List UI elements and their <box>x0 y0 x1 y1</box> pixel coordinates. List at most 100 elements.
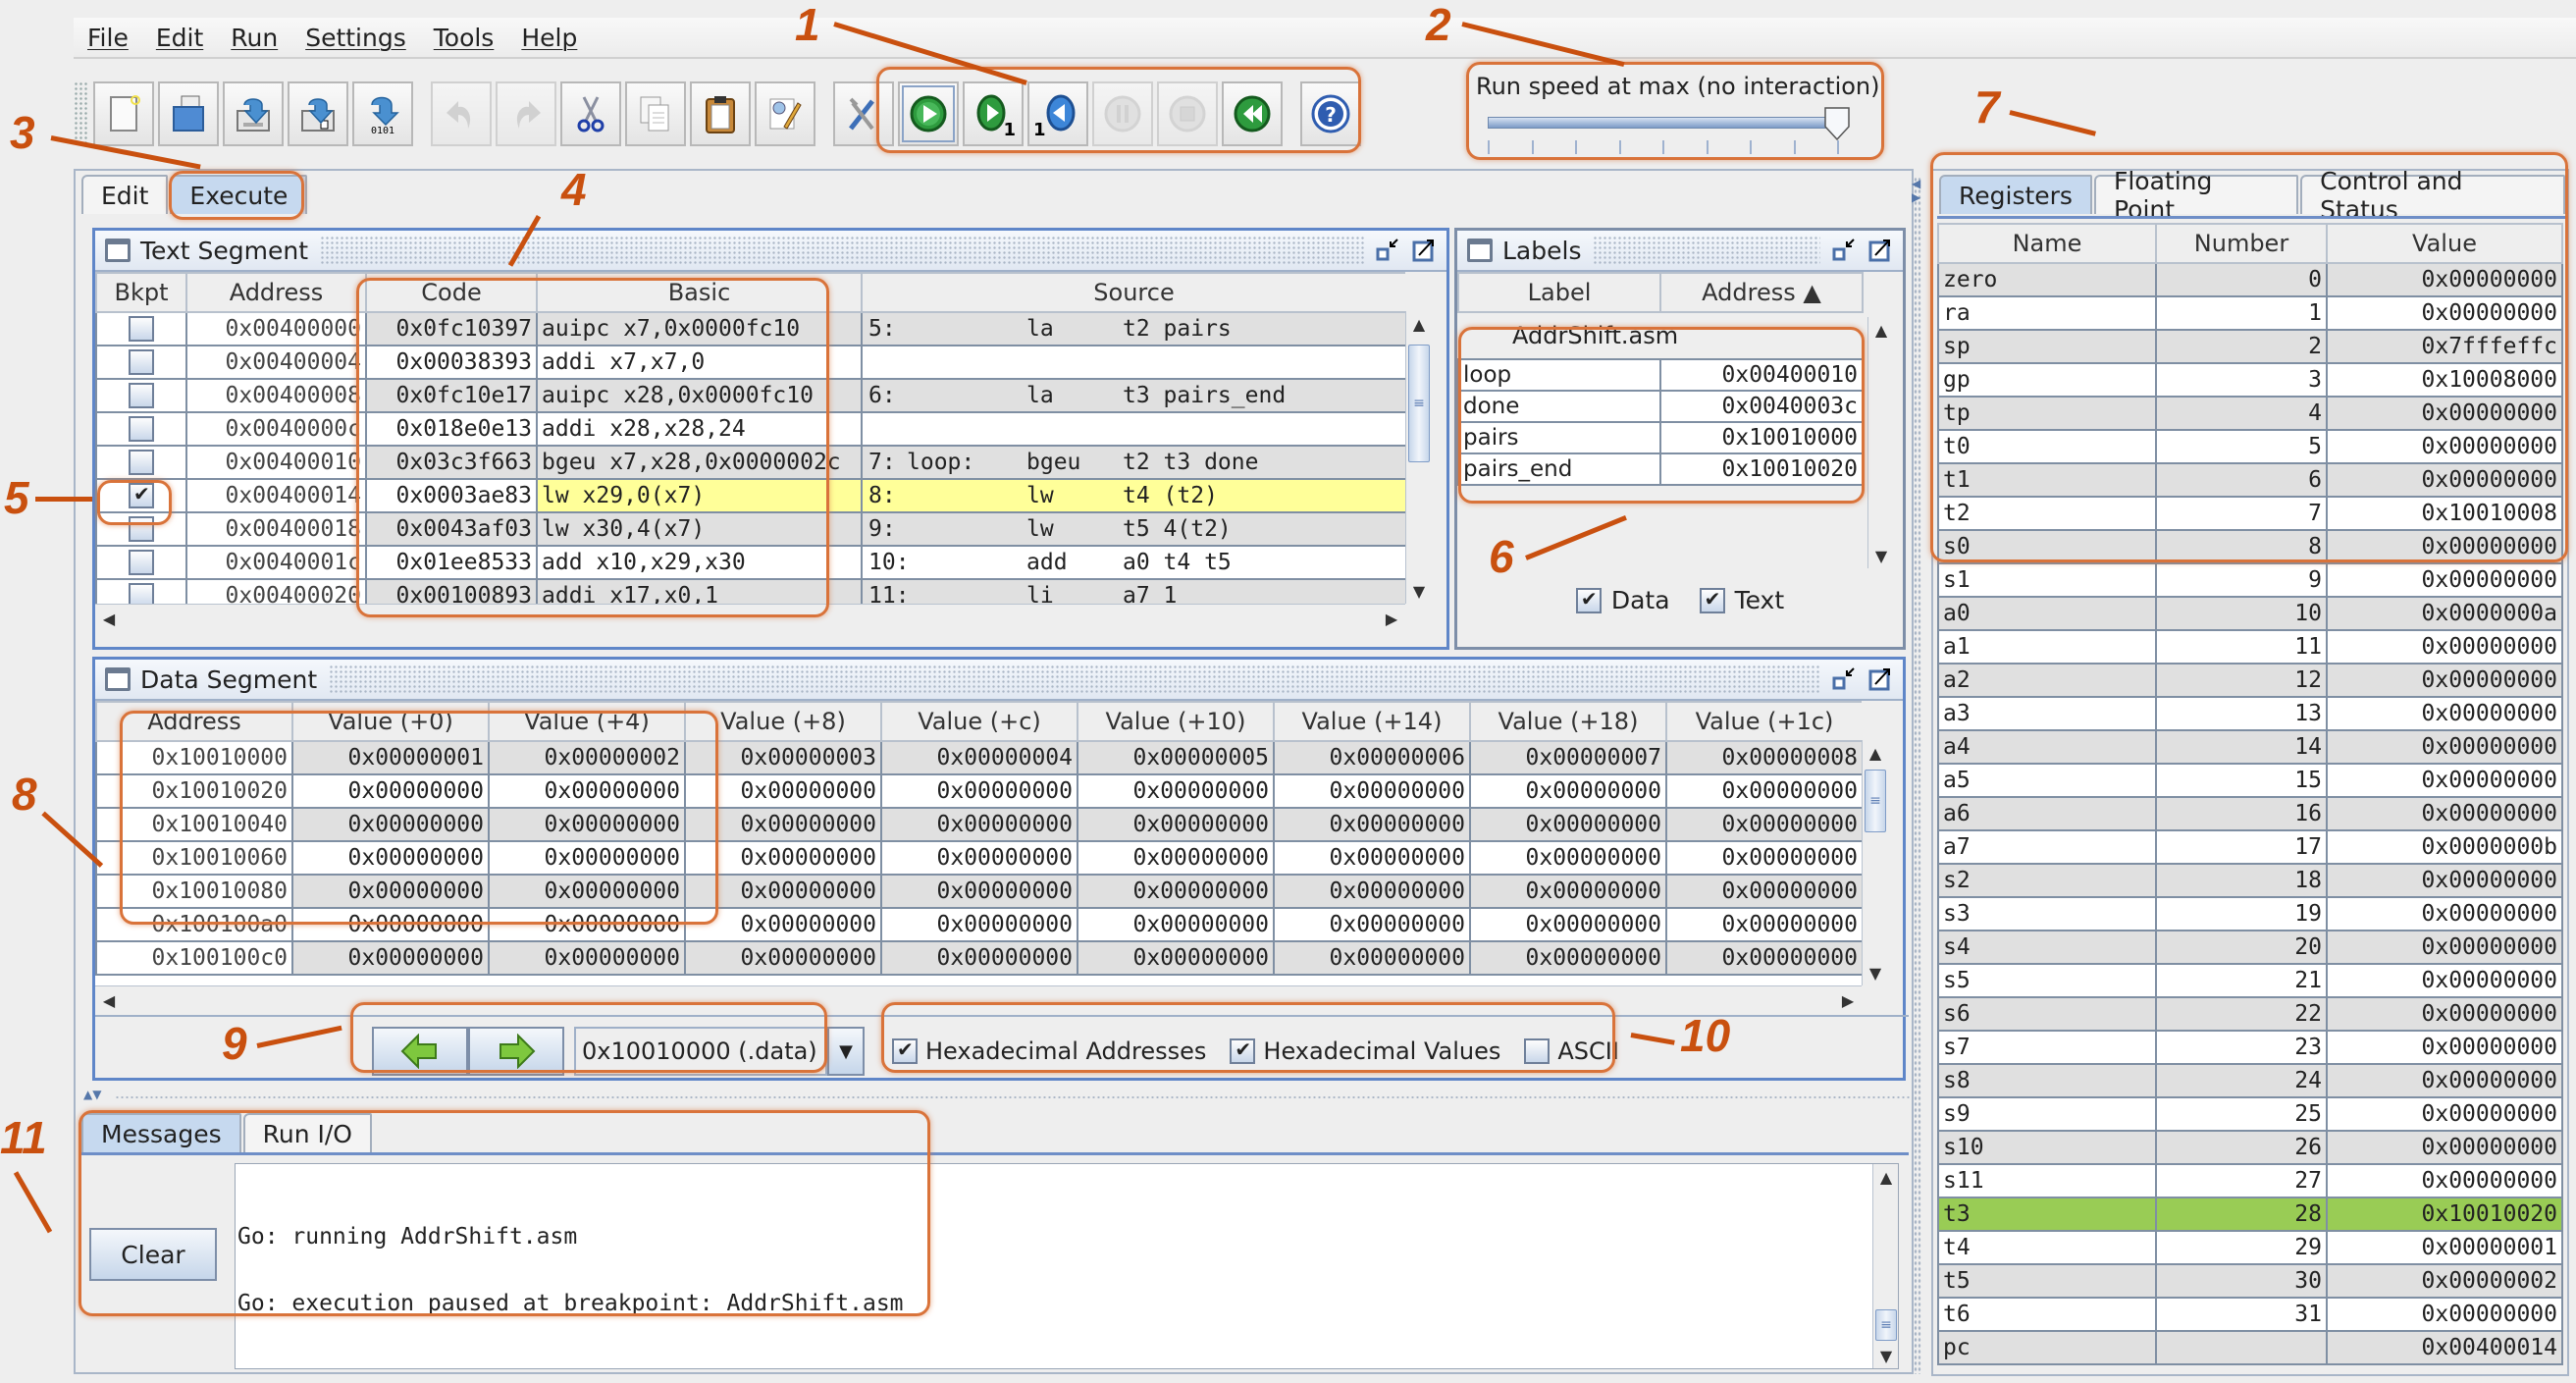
messages-text-area[interactable]: Go: running AddrShift.asm Go: execution p… <box>235 1163 1899 1369</box>
tab-registers-registers[interactable]: Registers <box>1939 175 2092 214</box>
register-row[interactable]: a2 12 0x00000000 <box>1937 663 2563 698</box>
register-row[interactable]: t4 29 0x00000001 <box>1937 1230 2563 1265</box>
register-row[interactable]: gp 3 0x10008000 <box>1937 362 2563 398</box>
data-segment-vscrollbar[interactable]: ▲ ≡ ▼ <box>1862 740 1887 985</box>
column-header[interactable]: Value (+0) <box>291 701 490 742</box>
register-value[interactable]: 0x00000000 <box>2326 1030 2563 1065</box>
register-row[interactable]: s8 24 0x00000000 <box>1937 1063 2563 1098</box>
memory-value-cell[interactable]: 0x00000000 <box>1469 840 1667 876</box>
tab-main-edit[interactable]: Edit <box>81 175 169 214</box>
register-value[interactable]: 0x00000000 <box>2326 930 2563 965</box>
checkbox[interactable] <box>1575 587 1602 613</box>
label-row[interactable]: pairs_end 0x10010020 <box>1457 452 1864 486</box>
tab-messages-messages[interactable]: Messages <box>81 1113 241 1152</box>
menu-file[interactable]: File <box>74 24 142 52</box>
register-row[interactable]: a3 13 0x00000000 <box>1937 696 2563 731</box>
column-header[interactable]: Value (+14) <box>1273 701 1471 742</box>
memory-value-cell[interactable]: 0x00000000 <box>1665 840 1862 876</box>
memory-value-cell[interactable]: 0x00000000 <box>684 840 882 876</box>
split-pane-divider[interactable]: ▲▼ <box>76 1088 1912 1103</box>
register-value[interactable]: 0x00000000 <box>2326 763 2563 798</box>
register-row[interactable]: t2 7 0x10010008 <box>1937 496 2563 531</box>
memory-value-cell[interactable]: 0x00000000 <box>880 773 1078 809</box>
paste-button[interactable] <box>690 81 751 146</box>
memory-value-cell[interactable]: 0x00000000 <box>1469 907 1667 942</box>
memory-value-cell[interactable]: 0x00000000 <box>1665 907 1862 942</box>
toolbar-grip[interactable] <box>74 81 87 146</box>
save-button[interactable] <box>223 81 284 146</box>
data-prev-button[interactable] <box>372 1027 468 1076</box>
register-row[interactable]: t6 31 0x00000000 <box>1937 1297 2563 1332</box>
memory-value-cell[interactable]: 0x00000002 <box>488 740 686 775</box>
register-row[interactable]: t0 5 0x00000000 <box>1937 429 2563 464</box>
data-next-button[interactable] <box>468 1027 564 1076</box>
register-row[interactable]: sp 2 0x7fffeffc <box>1937 329 2563 364</box>
stop-button[interactable] <box>1157 81 1218 146</box>
memory-value-cell[interactable]: 0x00000000 <box>880 940 1078 976</box>
run-speed-slider-track[interactable] <box>1488 117 1831 129</box>
breakpoint-checkbox[interactable] <box>129 583 154 604</box>
breakpoint-checkbox[interactable] <box>129 316 154 343</box>
minimize-icon[interactable] <box>1832 238 1858 263</box>
scroll-left-icon[interactable]: ◀ <box>95 605 123 632</box>
memory-value-cell[interactable]: 0x00000000 <box>1273 840 1471 876</box>
breakpoint-checkbox[interactable] <box>129 516 154 543</box>
memory-value-cell[interactable]: 0x00000000 <box>684 907 882 942</box>
register-value[interactable]: 0x00000002 <box>2326 1263 2563 1299</box>
register-row[interactable]: a0 10 0x0000000a <box>1937 596 2563 631</box>
register-value[interactable]: 0x00000000 <box>2326 429 2563 464</box>
scroll-up-icon[interactable]: ▲ <box>1406 311 1432 337</box>
register-row[interactable]: s10 26 0x00000000 <box>1937 1130 2563 1165</box>
register-row[interactable]: a6 16 0x00000000 <box>1937 796 2563 831</box>
breakpoint-checkbox[interactable] <box>129 550 154 576</box>
maximize-icon[interactable] <box>1411 238 1437 263</box>
segment-dropdown-button[interactable]: ▼ <box>827 1027 865 1076</box>
step-button[interactable]: 1 <box>963 81 1024 146</box>
column-header[interactable]: Label <box>1457 272 1661 313</box>
memory-value-cell[interactable]: 0x00000000 <box>488 874 686 909</box>
assemble-button[interactable] <box>833 81 894 146</box>
scroll-up-icon[interactable]: ▲ <box>1863 740 1888 766</box>
tab-registers-floating-point[interactable]: Floating Point <box>2093 167 2299 224</box>
text-segment-row[interactable]: 0x00400004 0x00038393 addi x7,x7,0 <box>95 345 1405 380</box>
register-row[interactable]: s0 8 0x00000000 <box>1937 529 2563 564</box>
register-value[interactable]: 0x00000000 <box>2326 629 2563 665</box>
register-row[interactable]: s2 18 0x00000000 <box>1937 863 2563 898</box>
register-value[interactable]: 0x00000000 <box>2326 262 2563 297</box>
memory-value-cell[interactable]: 0x00000000 <box>1469 940 1667 976</box>
memory-value-cell[interactable]: 0x00000000 <box>1077 807 1275 842</box>
scroll-right-icon[interactable]: ▶ <box>1378 605 1405 632</box>
register-value[interactable]: 0x7fffeffc <box>2326 329 2563 364</box>
memory-value-cell[interactable]: 0x00000000 <box>291 907 490 942</box>
memory-value-cell[interactable]: 0x00000007 <box>1469 740 1667 775</box>
memory-value-cell[interactable]: 0x00000000 <box>1077 874 1275 909</box>
save-as-button[interactable] <box>288 81 348 146</box>
checkbox[interactable] <box>1699 587 1725 613</box>
column-header[interactable]: Address <box>185 272 367 313</box>
memory-value-cell[interactable]: 0x00000000 <box>1077 940 1275 976</box>
minimize-icon[interactable] <box>1376 238 1401 263</box>
backstep-button[interactable]: 1 <box>1027 81 1088 146</box>
column-header[interactable]: Name <box>1937 223 2157 264</box>
maximize-icon[interactable] <box>1867 666 1893 692</box>
memory-value-cell[interactable]: 0x00000000 <box>488 840 686 876</box>
register-row[interactable]: a5 15 0x00000000 <box>1937 763 2563 798</box>
reset-button[interactable] <box>1222 81 1283 146</box>
register-row[interactable]: s3 19 0x00000000 <box>1937 896 2563 931</box>
memory-value-cell[interactable]: 0x00000000 <box>880 874 1078 909</box>
register-row[interactable]: s5 21 0x00000000 <box>1937 963 2563 998</box>
text-segment-row[interactable]: 0x00400008 0x0fc10e17 auipc x28,0x0000fc10… <box>95 378 1405 413</box>
memory-value-cell[interactable]: 0x00000000 <box>684 940 882 976</box>
copy-button[interactable] <box>625 81 686 146</box>
labels-vscrollbar[interactable]: ▲ ▼ <box>1867 317 1893 568</box>
memory-value-cell[interactable]: 0x00000000 <box>880 907 1078 942</box>
register-value[interactable]: 0x00000000 <box>2326 1096 2563 1132</box>
data-segment-hscrollbar[interactable]: ◀ ▶ <box>95 985 1862 1013</box>
register-value[interactable]: 0x00000000 <box>2326 396 2563 431</box>
register-value[interactable]: 0x00000001 <box>2326 1230 2563 1265</box>
memory-value-cell[interactable]: 0x00000000 <box>880 807 1078 842</box>
register-value[interactable]: 0x00000000 <box>2326 863 2563 898</box>
option-hexadecimal-addresses[interactable]: Hexadecimal Addresses <box>892 1037 1206 1065</box>
segment-select[interactable]: 0x10010000 (.data) <box>574 1027 827 1076</box>
text-segment-titlebar[interactable]: Text Segment <box>95 231 1446 272</box>
